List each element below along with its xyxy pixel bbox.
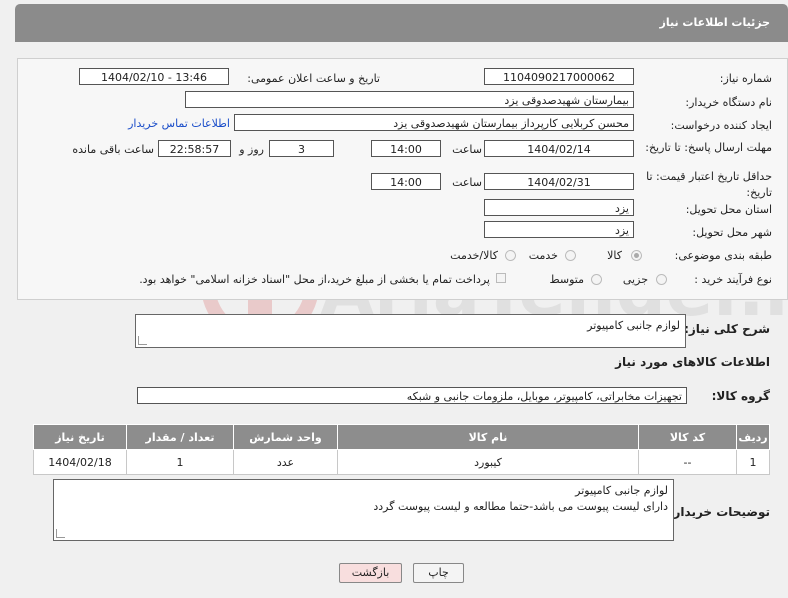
cell-row-number: 1: [736, 449, 770, 475]
cell-goods-code: --: [638, 449, 737, 475]
goods-table: ردیف کد کالا نام کالا واحد شمارش تعداد /…: [33, 424, 770, 475]
buyer-notes-label: توضیحات خریدار:: [668, 505, 770, 519]
resize-grip-icon[interactable]: [56, 529, 65, 538]
table-row: 1 -- کیبورد عدد 1 1404/02/18: [33, 449, 770, 475]
category-label: طبقه بندی موضوعی:: [674, 249, 772, 262]
price-validity-time: 14:00: [371, 173, 441, 190]
validity-time-label: ساعت: [452, 176, 482, 189]
announce-datetime-label: تاریخ و ساعت اعلان عمومی:: [247, 72, 380, 85]
category-goods-radio[interactable]: [631, 250, 642, 261]
process-medium-radio[interactable]: [591, 274, 602, 285]
buyer-contact-link[interactable]: اطلاعات تماس خریدار: [128, 117, 230, 130]
city-label: شهر محل تحویل:: [692, 226, 772, 239]
need-number-field: 1104090217000062: [484, 68, 634, 85]
reply-deadline-label: مهلت ارسال پاسخ: تا تاریخ:: [645, 141, 772, 154]
col-unit: واحد شمارش: [233, 424, 338, 450]
description-label: شرح کلی نیاز:: [684, 322, 770, 336]
city-field: یزد: [484, 221, 634, 238]
province-field: یزد: [484, 199, 634, 216]
province-label: استان محل تحویل:: [685, 203, 772, 216]
remaining-time-field: 22:58:57: [158, 140, 231, 157]
table-header-row: ردیف کد کالا نام کالا واحد شمارش تعداد /…: [33, 424, 770, 450]
price-validity-label: حداقل تاریخ اعتبار قیمت: تا تاریخ:: [646, 170, 772, 199]
creator-label: ایجاد کننده درخواست:: [670, 119, 772, 132]
treasury-payment-checkbox[interactable]: [496, 273, 506, 283]
col-row-number: ردیف: [736, 424, 770, 450]
days-label: روز و: [239, 143, 264, 156]
process-minor-label: جزیی: [622, 273, 648, 286]
goods-group-label: گروه کالا:: [711, 389, 770, 403]
col-goods-name: نام کالا: [337, 424, 639, 450]
cell-quantity: 1: [126, 449, 234, 475]
resize-grip-icon[interactable]: [138, 336, 147, 345]
reply-deadline-date: 1404/02/14: [484, 140, 634, 157]
page-header: جزئیات اطلاعات نیاز: [15, 4, 788, 42]
remaining-time-label: ساعت باقی مانده: [72, 143, 154, 156]
creator-field: محسن کربلایی کارپرداز بیمارستان شهیدصدوق…: [234, 114, 634, 131]
process-minor-radio[interactable]: [656, 274, 667, 285]
reply-time-label: ساعت: [452, 143, 482, 156]
print-button[interactable]: چاپ: [413, 563, 464, 583]
process-label: نوع فرآیند خرید :: [694, 273, 772, 286]
col-need-date: تاریخ نیاز: [33, 424, 127, 450]
buyer-org-field: بیمارستان شهیدصدوقی یزد: [185, 91, 634, 108]
buyer-org-label: نام دستگاه خریدار:: [685, 96, 772, 109]
goods-group-field: تجهیزات مخابراتی، کامپیوتر، موبایل، ملزو…: [137, 387, 687, 404]
description-text: لوازم جانبی کامپیوتر: [587, 319, 680, 332]
back-button[interactable]: بازگشت: [339, 563, 402, 583]
treasury-payment-note: پرداخت تمام یا بخشی از مبلغ خرید،از محل …: [139, 273, 490, 286]
page-title: جزئیات اطلاعات نیاز: [659, 16, 771, 29]
goods-section-title: اطلاعات کالاهای مورد نیاز: [615, 355, 770, 369]
cell-goods-name: کیبورد: [337, 449, 639, 475]
reply-days-field: 3: [269, 140, 334, 157]
cell-unit: عدد: [233, 449, 338, 475]
reply-deadline-time: 14:00: [371, 140, 441, 157]
need-number-label: شماره نیاز:: [719, 72, 772, 85]
price-validity-date: 1404/02/31: [484, 173, 634, 190]
cell-need-date: 1404/02/18: [33, 449, 127, 475]
category-goods-service-label: کالا/خدمت: [450, 249, 498, 262]
process-medium-label: متوسط: [549, 273, 584, 286]
announce-datetime-field: 1404/02/10 - 13:46: [79, 68, 229, 85]
buyer-notes-line: دارای لیست پیوست می باشد-حتما مطالعه و ل…: [373, 500, 668, 513]
col-goods-code: کد کالا: [638, 424, 737, 450]
buyer-notes-line: لوازم جانبی کامپیوتر: [575, 484, 668, 497]
category-goods-service-radio[interactable]: [505, 250, 516, 261]
category-service-radio[interactable]: [565, 250, 576, 261]
category-goods-label: کالا: [607, 249, 622, 262]
description-field: لوازم جانبی کامپیوتر: [135, 314, 686, 348]
col-quantity: تعداد / مقدار: [126, 424, 234, 450]
category-service-label: خدمت: [528, 249, 558, 262]
buyer-notes-field: لوازم جانبی کامپیوتر دارای لیست پیوست می…: [53, 479, 674, 541]
